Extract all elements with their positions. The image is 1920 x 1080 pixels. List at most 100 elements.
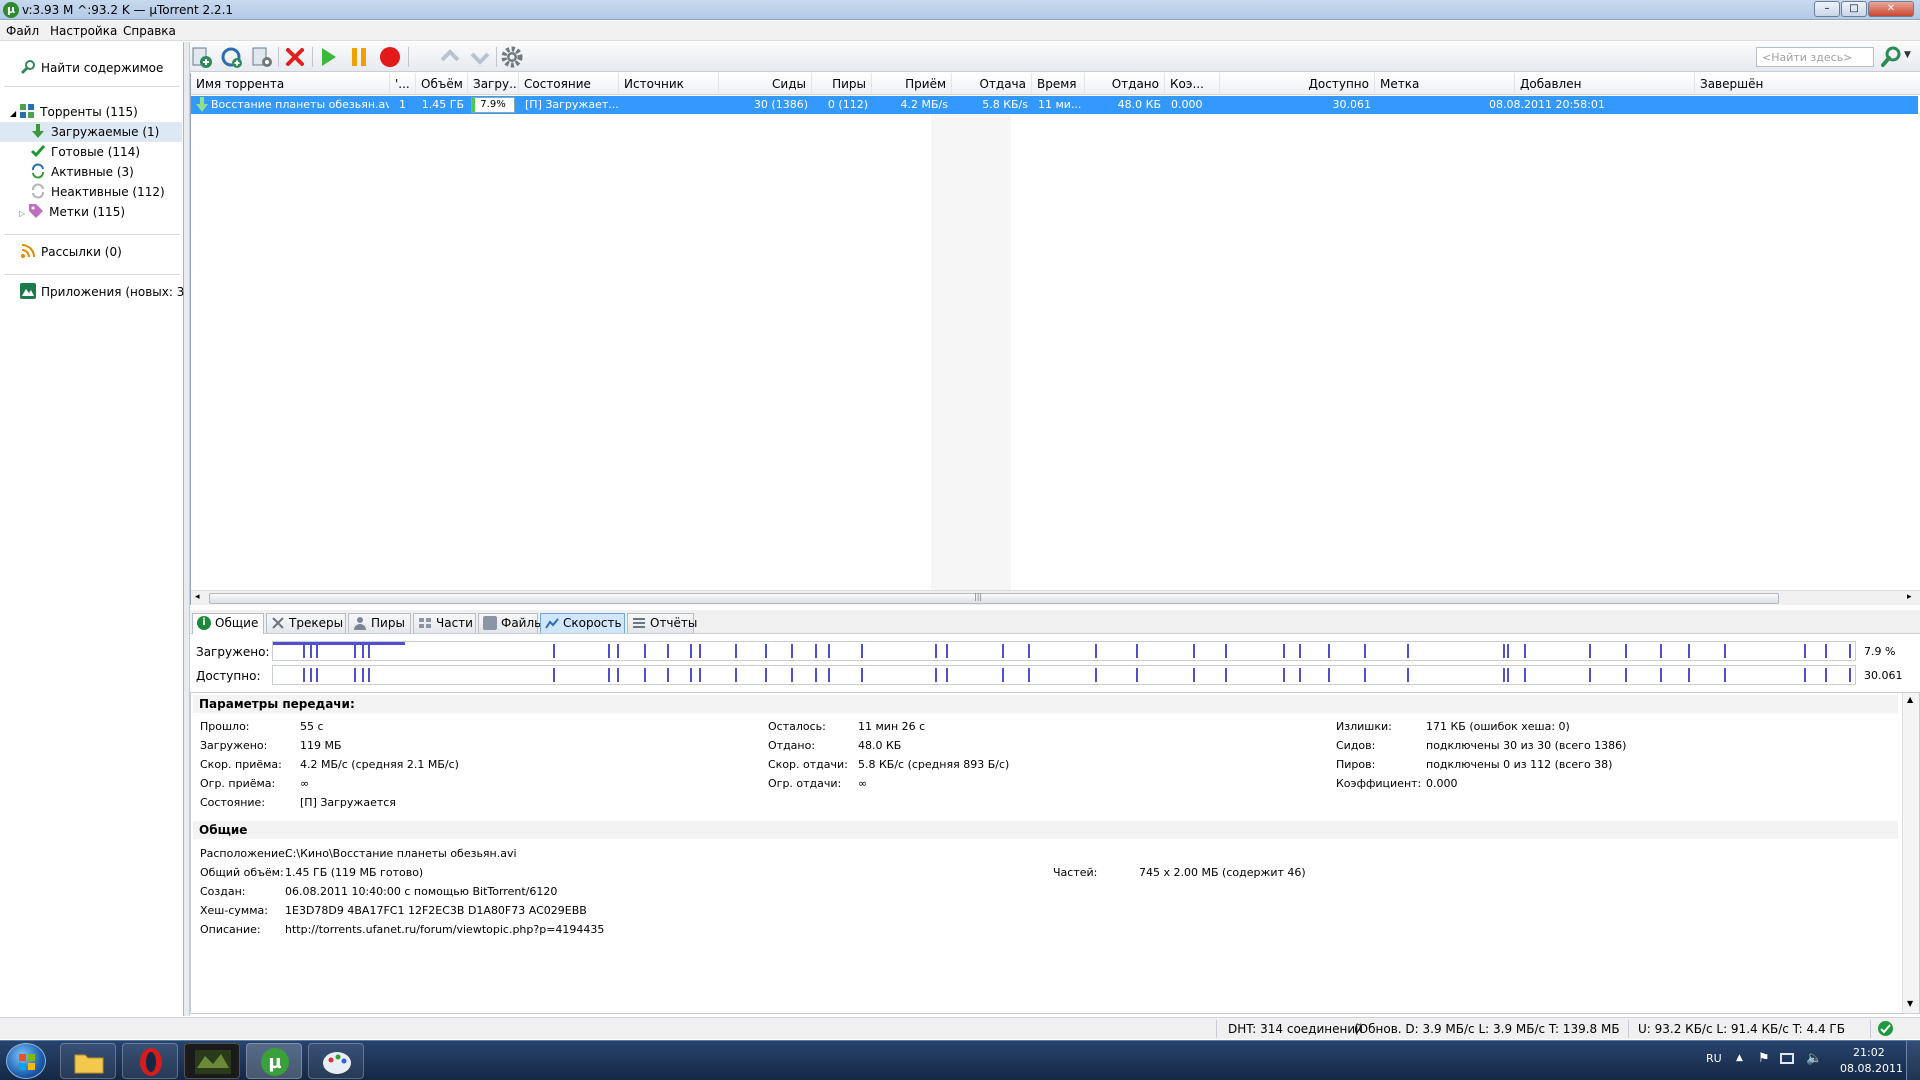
add-url-button[interactable] — [220, 45, 244, 69]
sidebar-item-active[interactable]: Активные (3) — [30, 162, 134, 182]
start-button[interactable] — [6, 1043, 46, 1079]
column-header-peers[interactable]: Пиры — [812, 73, 872, 95]
expand-arrow-icon[interactable]: ▷ — [19, 209, 25, 218]
opera-icon — [140, 1048, 162, 1076]
column-header-completed[interactable]: Завершён — [1695, 73, 1920, 95]
stop-button[interactable] — [378, 45, 402, 69]
search-options-icon[interactable]: ▼ — [1904, 50, 1911, 60]
menu-file[interactable]: Файл — [6, 24, 39, 38]
column-header-label[interactable]: Метка — [1375, 73, 1515, 95]
value-comment[interactable]: http://torrents.ufanet.ru/forum/viewtopi… — [285, 923, 604, 936]
sidebar-item-feeds[interactable]: Рассылки (0) — [20, 242, 122, 262]
column-header-up-speed[interactable]: Отдача — [952, 73, 1032, 95]
label-wasted: Излишки: — [1336, 720, 1392, 733]
column-header-source[interactable]: Источник — [619, 73, 719, 95]
flag-icon[interactable]: ⚑ — [1758, 1051, 1770, 1066]
move-down-button[interactable] — [468, 45, 492, 69]
value-wasted: 171 КБ (ошибок хеша: 0) — [1426, 720, 1570, 733]
taskbar-paint[interactable] — [308, 1043, 364, 1079]
menu-help[interactable]: Справка — [123, 24, 176, 38]
check-icon[interactable] — [1878, 1021, 1893, 1036]
column-header-added[interactable]: Добавлен — [1515, 73, 1695, 95]
clock-time[interactable]: 21:02 — [1853, 1046, 1885, 1059]
search-input[interactable]: <Найти здесь> — [1756, 47, 1874, 67]
piece-mark — [699, 668, 701, 682]
maximize-button[interactable]: □ — [1841, 1, 1867, 17]
value-created: 06.08.2011 10:40:00 с помощью BitTorrent… — [285, 885, 558, 898]
piece-mark — [667, 668, 669, 682]
tab-peers[interactable]: Пиры — [348, 613, 411, 633]
tray-expand-icon[interactable]: ▲ — [1736, 1053, 1743, 1063]
taskbar-opera[interactable] — [122, 1043, 178, 1079]
move-up-button[interactable] — [438, 45, 462, 69]
horizontal-scrollbar[interactable]: ◂ ||| ▸ — [191, 590, 1920, 605]
taskbar-explorer[interactable] — [60, 1043, 116, 1079]
piece-mark — [935, 668, 937, 682]
table-row[interactable]: Восстание планеты обезьян.avi 1 1.45 ГБ … — [191, 96, 1918, 114]
column-header-down-speed[interactable]: Приём — [872, 73, 952, 95]
status-upload: U: 93.2 КБ/с L: 91.4 КБ/с T: 4.4 ГБ — [1638, 1022, 1845, 1036]
vertical-scrollbar[interactable]: ▲ ▼ — [1902, 693, 1919, 1013]
piece-mark — [608, 644, 610, 658]
title-bar: µ v:3.93 M ^:93.2 K — µTorrent 2.2.1 – □… — [0, 0, 1920, 20]
minimize-button[interactable]: – — [1814, 1, 1840, 17]
volume-icon[interactable]: 🔈 — [1806, 1051, 1822, 1066]
column-header-availability[interactable]: Доступно — [1220, 73, 1375, 95]
sidebar-item-find-content[interactable]: Найти содержимое — [20, 58, 163, 78]
search-icon[interactable] — [1879, 45, 1903, 69]
column-header-done[interactable]: Загру... — [468, 73, 519, 95]
piece-mark — [1625, 668, 1627, 682]
taskbar-movie-app[interactable] — [184, 1043, 240, 1079]
tab-pieces[interactable]: Части — [413, 613, 476, 633]
clock-date[interactable]: 08.08.2011 — [1840, 1062, 1903, 1075]
network-icon[interactable] — [1780, 1053, 1794, 1064]
remove-button[interactable] — [283, 45, 307, 69]
menu-settings[interactable]: Настройка — [50, 24, 117, 38]
taskbar-utorrent[interactable]: µ — [246, 1043, 302, 1079]
scroll-left-icon[interactable]: ◂ — [195, 592, 200, 602]
start-button[interactable] — [316, 45, 340, 69]
column-header-number[interactable]: '... — [390, 73, 416, 95]
settings-button[interactable] — [500, 45, 524, 69]
column-header-name[interactable]: Имя торрента — [191, 73, 390, 95]
create-torrent-button[interactable] — [250, 45, 274, 69]
collapse-arrow-icon[interactable]: ◢ — [10, 109, 16, 118]
pause-button[interactable] — [347, 45, 371, 69]
cell-added: 08.08.2011 20:58:01 — [1489, 98, 1605, 111]
scrollbar-thumb[interactable]: ||| — [209, 592, 1779, 604]
close-button[interactable]: ✕ — [1868, 1, 1914, 17]
piece-mark — [316, 668, 318, 682]
tab-trackers[interactable]: Трекеры — [266, 613, 346, 633]
piece-mark — [667, 644, 669, 658]
add-torrent-button[interactable] — [190, 45, 214, 69]
column-header-eta[interactable]: Время — [1032, 73, 1085, 95]
available-bar-label: Доступно: — [196, 669, 261, 683]
tab-logger[interactable]: Отчёты — [627, 613, 697, 633]
column-header-status[interactable]: Состояние — [519, 73, 619, 95]
tab-label: Части — [436, 616, 473, 630]
scroll-right-icon[interactable]: ▸ — [1907, 592, 1912, 602]
language-indicator[interactable]: RU — [1706, 1052, 1722, 1065]
label-path: Расположение: — [200, 847, 289, 860]
tab-files[interactable]: Файлы — [478, 613, 544, 633]
tab-general[interactable]: i Общие — [192, 613, 264, 634]
show-desktop-button[interactable] — [1906, 1041, 1920, 1080]
sidebar-item-labels[interactable]: ▷ Метки (115) — [19, 202, 125, 222]
column-header-uploaded[interactable]: Отдано — [1085, 73, 1165, 95]
scroll-up-icon[interactable]: ▲ — [1907, 695, 1913, 704]
cell-down-speed: 4.2 МБ/s — [900, 98, 948, 111]
sidebar-item-completed[interactable]: Готовые (114) — [30, 142, 140, 162]
sidebar-item-apps[interactable]: Приложения (новых: 31) — [20, 282, 197, 302]
sidebar-item-inactive[interactable]: Неактивные (112) — [30, 182, 165, 202]
column-header-size[interactable]: Объём — [416, 73, 468, 95]
utorrent-icon: µ — [3, 2, 19, 18]
window-title: v:3.93 M ^:93.2 K — µTorrent 2.2.1 — [22, 3, 234, 17]
sidebar-item-downloading[interactable]: Загружаемые (1) — [0, 122, 182, 142]
sidebar-item-torrents[interactable]: ◢ Торренты (115) — [10, 102, 138, 122]
column-header-ratio[interactable]: Коэ... — [1165, 73, 1220, 95]
tab-speed[interactable]: Скорость — [540, 613, 625, 633]
label-peers: Пиров: — [1336, 758, 1376, 771]
add-url-icon — [221, 47, 242, 68]
column-header-seeds[interactable]: Сиды — [719, 73, 812, 95]
scroll-down-icon[interactable]: ▼ — [1907, 999, 1913, 1008]
